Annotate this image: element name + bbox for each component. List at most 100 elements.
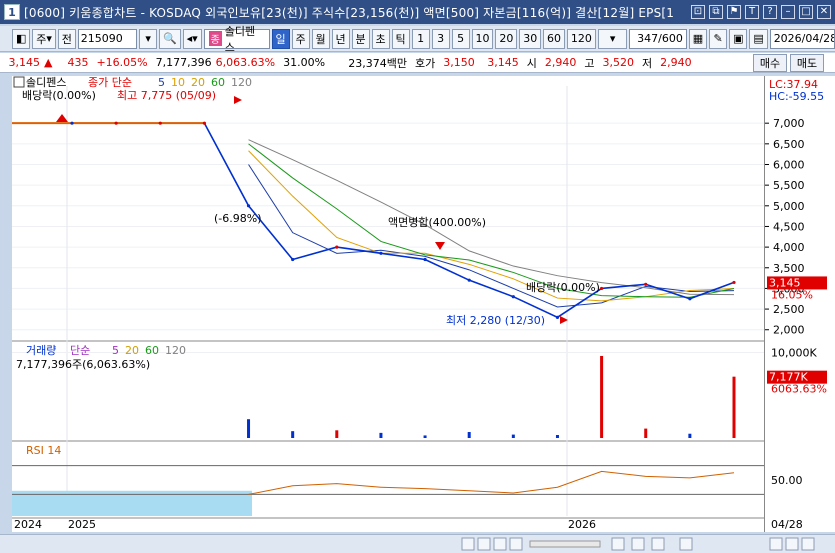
period-second-button[interactable]: 초 (371, 28, 390, 49)
auto-scale-icon[interactable] (801, 537, 815, 551)
volume-legend-title: 거래량 (26, 344, 56, 357)
period-week-button[interactable]: 주 (291, 28, 310, 49)
turnover-value: 31.00% (283, 56, 326, 69)
close-icon[interactable]: ✕ (817, 5, 831, 19)
scroll-prev-icon[interactable] (493, 537, 507, 551)
stock-name: 솔디펜스 (224, 24, 256, 54)
link-icon[interactable]: ⊡ (691, 5, 705, 19)
sell-button[interactable]: 매도 (790, 54, 824, 72)
price-point (688, 297, 692, 301)
moving-average-line (248, 164, 735, 308)
volume-legend-ma-5: 5 (112, 344, 119, 357)
pin-icon[interactable]: ⚑ (727, 5, 741, 19)
period-day-button[interactable]: 일 (271, 28, 290, 49)
maximize-icon[interactable]: □ (799, 5, 813, 19)
speaker-icon[interactable]: ◂▾ (182, 28, 202, 49)
interval-3-button[interactable]: 3 (431, 28, 450, 49)
x-axis-label-2026: 2026 (568, 518, 596, 531)
zoom-in-icon[interactable] (785, 537, 799, 551)
period-tick-button[interactable]: 틱 (391, 28, 410, 49)
legend-ma-60: 60 (211, 76, 225, 89)
volume-bar (247, 419, 251, 438)
volume-legend-ma-120: 120 (165, 344, 186, 357)
volume-legend-ma-60: 60 (145, 344, 159, 357)
high-value: 3,520 (602, 56, 635, 69)
search-icon[interactable]: 🔍 (159, 28, 181, 49)
interval-5-button[interactable]: 5 (451, 28, 470, 49)
up-arrow-icon: ▲ (44, 56, 53, 69)
rsi-line (248, 470, 735, 495)
code-dropdown-icon[interactable]: ▾ (139, 28, 158, 49)
scroll-next-icon[interactable] (509, 537, 523, 551)
axis-hc-label: HC:-59.55 (769, 90, 824, 103)
calendar-icon[interactable]: ▤ (749, 28, 768, 49)
volume-pct: 6,063.63% (215, 56, 276, 69)
help-icon[interactable]: ? (763, 5, 777, 19)
legend-stock-name: 솔디펜스 (26, 76, 66, 89)
interval-30-button[interactable]: 30 (519, 28, 542, 49)
price-point (600, 286, 604, 291)
change-value: 435 (67, 56, 89, 69)
prev-button[interactable]: 전 (57, 28, 76, 49)
price-point (202, 121, 206, 125)
save-icon[interactable]: ▣ (729, 28, 748, 49)
data-count-field[interactable]: 347/600 (629, 28, 687, 49)
chart-area[interactable]: 배당락(0.00%) 최고 7,775 (05/09) (-6.98%) 액면병합(4… (12, 76, 764, 532)
price-tick-label: 5,500 (773, 179, 805, 192)
period-month-button[interactable]: 월 (311, 28, 330, 49)
zoom-slider[interactable] (529, 540, 601, 548)
minimize-icon[interactable]: – (781, 5, 795, 19)
interval-20-button[interactable]: 20 (495, 28, 518, 49)
layout-icon[interactable]: ◧ (12, 28, 31, 49)
open-label: 시 (526, 56, 537, 70)
period-year-button[interactable]: 년 (331, 28, 350, 49)
price-tick-label: 7,000 (773, 117, 805, 130)
amount-value: 23,374백만 (348, 56, 408, 70)
annotation-dividend1: 배당락(0.00%) (22, 89, 96, 102)
stock-name-box[interactable]: 종 솔디펜스 (203, 25, 270, 54)
tools-icon[interactable]: ✎ (709, 28, 728, 49)
candle-view-icon[interactable] (631, 537, 645, 551)
volume-value: 7,177,396 (155, 56, 212, 69)
axis-date-label: 04/28 (771, 518, 803, 531)
dividend-arrow-icon (56, 114, 68, 122)
chart-toolbar: ◧ 주 ▾ 전 215090 ▾ 🔍 ◂▾ 종 솔디펜스 일 주 월 년 분 초 … (0, 25, 835, 54)
price-tick-label: 4,000 (773, 241, 805, 254)
price-point (732, 280, 736, 285)
ask-label: 호가 (415, 56, 436, 70)
date-field[interactable]: 2026/04/28 (769, 28, 835, 49)
interval-1-button[interactable]: 1 (411, 28, 430, 49)
scroll-first-icon[interactable] (477, 537, 491, 551)
price-tick-label: 2,000 (773, 324, 805, 337)
window-restore-icon[interactable]: ⧉ (709, 5, 723, 19)
legend-ma-5: 5 (158, 76, 165, 89)
stock-code-input[interactable]: 215090 (77, 28, 138, 49)
period-minute-button[interactable]: 분 (351, 28, 370, 49)
zoom-out-icon[interactable] (769, 537, 783, 551)
scroll-right-icon[interactable] (461, 537, 475, 551)
buy-button[interactable]: 매수 (753, 54, 787, 72)
settings-icon[interactable] (679, 537, 693, 551)
bottom-scroll-bar[interactable] (0, 534, 835, 553)
interval-dropdown-icon[interactable]: ▾ (597, 28, 628, 49)
price-point (379, 251, 383, 255)
type-select[interactable]: 주 ▾ (32, 28, 56, 49)
volume-bar (732, 376, 736, 438)
bottom-controls[interactable] (0, 535, 835, 553)
chart-svg[interactable]: 배당락(0.00%) 최고 7,775 (05/09) (-6.98%) 액면병합(4… (12, 76, 764, 532)
interval-60-button[interactable]: 60 (543, 28, 565, 49)
line-view-icon[interactable] (651, 537, 665, 551)
price-tick-label: 2,500 (773, 303, 805, 316)
text-icon[interactable]: T (745, 5, 759, 19)
moving-average-line (248, 143, 735, 298)
interval-10-button[interactable]: 10 (471, 28, 494, 49)
axis-last-pct: 16.05% (771, 288, 813, 301)
interval-120-button[interactable]: 120 (566, 28, 596, 49)
volume-bar (379, 432, 383, 438)
grid-view-icon[interactable] (611, 537, 625, 551)
legend-ma-120: 120 (231, 76, 252, 89)
volume-legend-ma-20: 20 (125, 344, 139, 357)
price-point (246, 204, 251, 208)
grid-icon[interactable]: ▦ (688, 28, 708, 49)
price-point (511, 295, 515, 299)
